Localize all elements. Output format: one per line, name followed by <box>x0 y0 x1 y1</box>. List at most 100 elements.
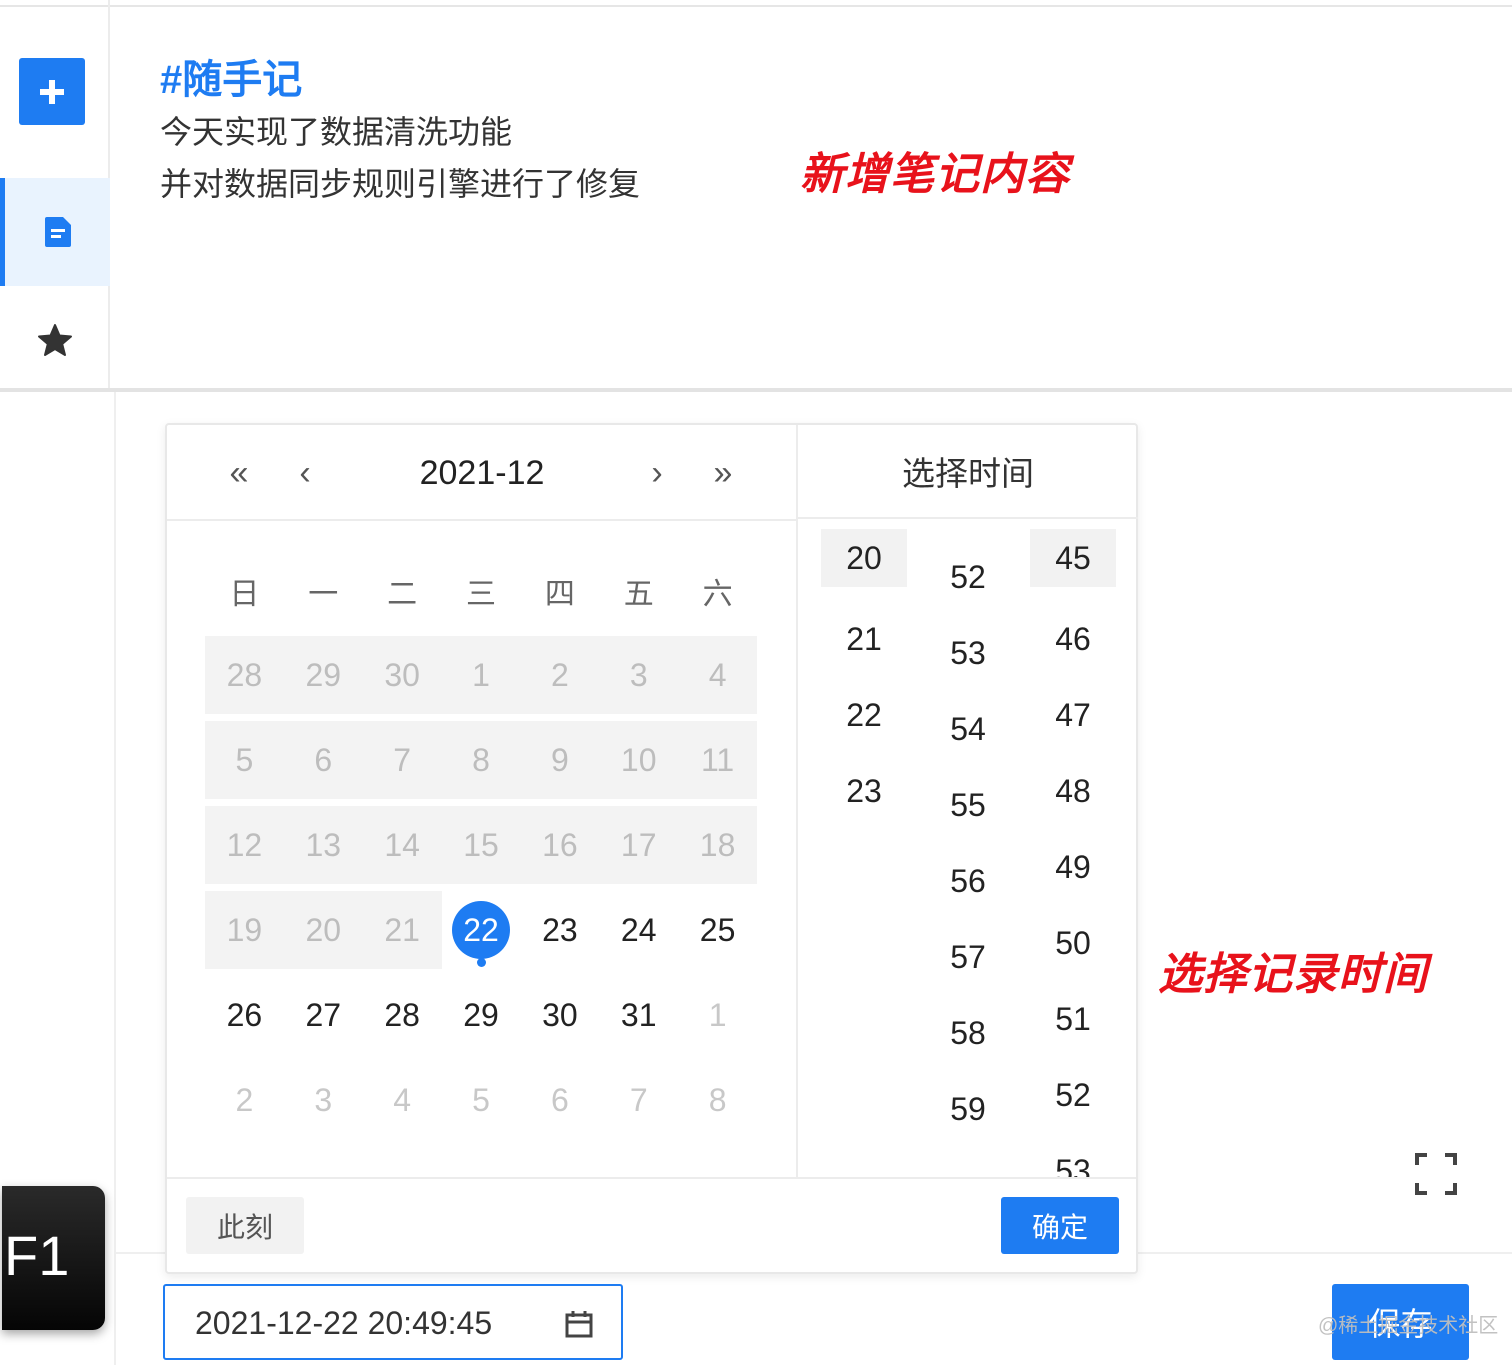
hour-option[interactable]: 23 <box>821 753 907 829</box>
minute-option[interactable]: 56 <box>925 843 1011 919</box>
hour-option[interactable]: 22 <box>821 677 907 753</box>
selected-day-circle: 22 <box>452 901 510 959</box>
calendar-month-title[interactable]: 2021-12 <box>367 453 597 493</box>
next-month-button[interactable]: › <box>637 453 677 493</box>
calendar-day[interactable]: 25 <box>678 891 757 969</box>
calendar-day[interactable]: 7 <box>599 1061 678 1139</box>
calendar-day: 2 <box>550 657 569 693</box>
hour-column[interactable]: 20 21 22 23 <box>821 525 907 1177</box>
calendar-day[interactable]: 23 <box>520 891 599 969</box>
calendar-day: 11 <box>700 742 735 778</box>
minute-option[interactable]: 53 <box>925 615 1011 691</box>
app-page: #随手记 今天实现了数据清洗功能 并对数据同步规则引擎进行了修复 新增笔记内容 … <box>0 0 1512 1365</box>
calendar-day: 29 <box>305 657 342 693</box>
sidebar-item-favorites[interactable] <box>0 310 110 370</box>
calendar-day[interactable]: 3 <box>284 1061 363 1139</box>
calendar-week: 5 6 7 8 9 10 11 <box>205 721 757 799</box>
hour-option[interactable]: 21 <box>821 601 907 677</box>
confirm-button[interactable]: 确定 <box>1001 1197 1119 1254</box>
calendar-day: 28 <box>226 657 263 693</box>
plus-icon <box>40 79 64 104</box>
minute-option[interactable]: 57 <box>925 919 1011 995</box>
time-panel-header: 选择时间 <box>798 425 1138 519</box>
second-column[interactable]: 45 46 47 48 49 50 51 52 53 <box>1030 525 1116 1177</box>
second-option[interactable]: 47 <box>1030 677 1116 753</box>
next-year-button[interactable]: » <box>703 453 743 493</box>
prev-month-button[interactable]: ‹ <box>285 453 325 493</box>
calendar-day[interactable]: 4 <box>363 1061 442 1139</box>
fullscreen-icon[interactable] <box>1414 1152 1458 1196</box>
second-option[interactable]: 46 <box>1030 601 1116 677</box>
calendar-day[interactable]: 31 <box>599 976 678 1054</box>
datetime-input[interactable]: 2021-12-22 20:49:45 <box>163 1284 623 1360</box>
note-text-line: 并对数据同步规则引擎进行了修复 <box>160 166 641 202</box>
weekday-label: 五 <box>623 578 654 611</box>
calendar-day: 5 <box>235 742 254 778</box>
add-note-button[interactable] <box>19 58 85 125</box>
minute-option[interactable]: 52 <box>925 539 1011 615</box>
minute-option[interactable]: 59 <box>925 1071 1011 1147</box>
calendar-day[interactable]: 29 <box>442 976 521 1054</box>
second-option[interactable]: 49 <box>1030 829 1116 905</box>
calendar-day: 20 <box>305 912 342 948</box>
second-option[interactable]: 48 <box>1030 753 1116 829</box>
minute-option[interactable]: 58 <box>925 995 1011 1071</box>
sidebar-item-notes[interactable] <box>0 178 110 286</box>
calendar-icon[interactable] <box>565 1310 593 1338</box>
watermark: @稀土掘金技术社区 <box>1318 1315 1499 1337</box>
weekday-label: 六 <box>702 578 733 611</box>
calendar-day: 21 <box>384 912 420 948</box>
calendar-day[interactable]: 27 <box>284 976 363 1054</box>
calendar-day[interactable]: 2 <box>205 1061 284 1139</box>
minute-option[interactable]: 54 <box>925 691 1011 767</box>
datetime-picker: « ‹ 2021-12 › » 日 一 二 三 四 五 六 28 29 30 1… <box>165 423 1138 1274</box>
hour-option-selected[interactable]: 20 <box>821 529 907 587</box>
calendar-day[interactable]: 28 <box>363 976 442 1054</box>
top-border <box>0 5 1512 7</box>
calendar-day[interactable]: 30 <box>520 976 599 1054</box>
second-option[interactable]: 52 <box>1030 1057 1116 1133</box>
calendar-day: 15 <box>463 827 499 863</box>
calendar-day: 10 <box>620 742 657 778</box>
calendar-day: 3 <box>629 657 648 693</box>
panel-border <box>114 392 116 1365</box>
weekday-header: 日 一 二 三 四 五 六 <box>205 575 757 615</box>
annotation-new-note: 新增笔记内容 <box>800 150 1070 199</box>
panel-divider <box>796 425 798 1177</box>
calendar-day: 14 <box>384 827 420 863</box>
now-button[interactable]: 此刻 <box>186 1197 304 1254</box>
annotation-pick-time: 选择记录时间 <box>1158 950 1428 999</box>
weekday-label: 四 <box>544 578 575 611</box>
calendar-day[interactable]: 24 <box>599 891 678 969</box>
calendar-day: 4 <box>708 657 727 693</box>
calendar-day: 9 <box>550 742 569 778</box>
datetime-input-value: 2021-12-22 20:49:45 <box>195 1305 493 1341</box>
weekday-label: 二 <box>387 578 418 611</box>
calendar-day: 18 <box>699 827 736 863</box>
minute-column[interactable]: 52 53 54 55 56 57 58 59 <box>925 525 1011 1177</box>
editor-divider <box>0 388 1512 392</box>
calendar-day: 8 <box>472 742 490 778</box>
note-text-line: 今天实现了数据清洗功能 <box>160 114 513 150</box>
second-option-selected[interactable]: 45 <box>1030 529 1116 587</box>
calendar-day[interactable]: 6 <box>520 1061 599 1139</box>
calendar-day: 13 <box>305 827 342 863</box>
star-icon <box>38 324 72 356</box>
second-option[interactable]: 50 <box>1030 905 1116 981</box>
calendar-day[interactable]: 8 <box>678 1061 757 1139</box>
calendar-day: 12 <box>226 827 263 863</box>
calendar-day: 1 <box>472 657 490 693</box>
calendar-day-selected[interactable]: 22 <box>442 891 521 969</box>
calendar-day: 30 <box>384 657 420 693</box>
calendar-day: 19 <box>226 912 263 948</box>
prev-year-button[interactable]: « <box>219 453 259 493</box>
calendar-day[interactable]: 5 <box>442 1061 521 1139</box>
second-option[interactable]: 53 <box>1030 1133 1116 1178</box>
calendar-day[interactable]: 26 <box>205 976 284 1054</box>
minute-option[interactable]: 55 <box>925 767 1011 843</box>
f1-key-overlay: F1 <box>2 1186 105 1330</box>
weekday-label: 日 <box>229 578 260 611</box>
calendar-week: 28 29 30 1 2 3 4 <box>205 636 757 714</box>
calendar-day[interactable]: 1 <box>678 976 757 1054</box>
second-option[interactable]: 51 <box>1030 981 1116 1057</box>
